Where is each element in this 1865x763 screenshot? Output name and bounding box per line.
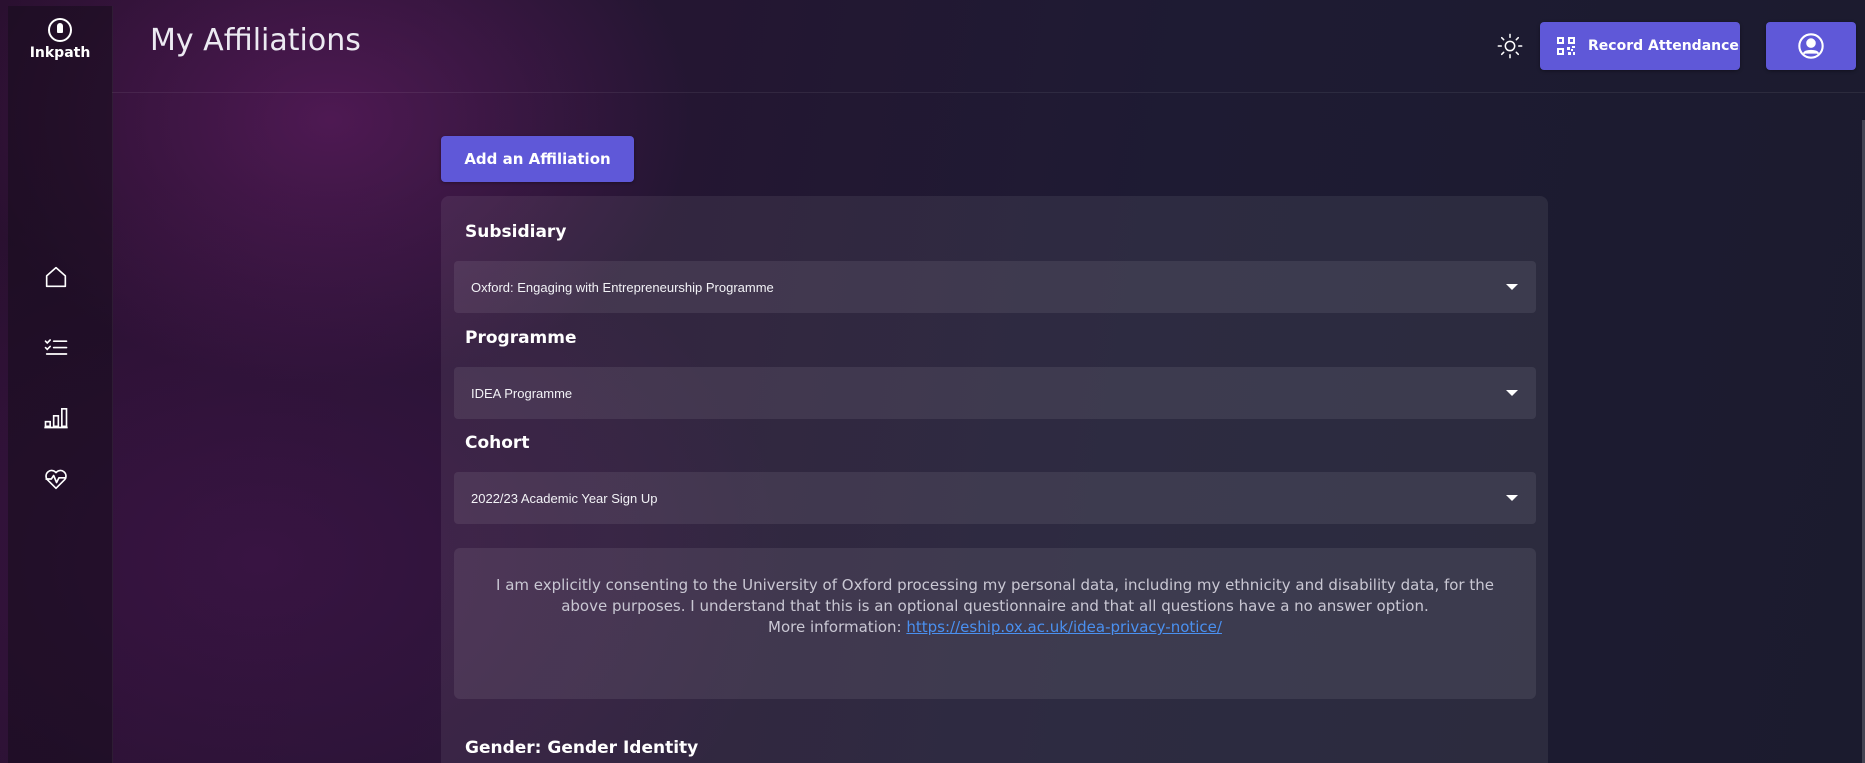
app-name: Inkpath xyxy=(29,45,91,61)
cohort-value: 2022/23 Academic Year Sign Up xyxy=(471,490,658,506)
bar-chart-icon xyxy=(44,408,68,429)
programme-label: Programme xyxy=(465,328,577,348)
subsidiary-value: Oxford: Engaging with Entrepreneurship P… xyxy=(471,279,774,295)
record-attendance-button[interactable]: Record Attendance xyxy=(1540,22,1740,70)
profile-button[interactable] xyxy=(1766,22,1856,70)
subsidiary-label: Subsidiary xyxy=(465,222,567,242)
consent-notice: I am explicitly consenting to the Univer… xyxy=(454,548,1536,699)
top-header: My Affiliations Record Attendance xyxy=(112,6,1865,93)
checklist-icon xyxy=(44,339,68,355)
cohort-label: Cohort xyxy=(465,433,530,453)
home-icon xyxy=(45,266,67,288)
qr-code-icon xyxy=(1557,37,1575,55)
affiliation-form: Subsidiary Oxford: Engaging with Entrepr… xyxy=(441,196,1548,763)
programme-value: IDEA Programme xyxy=(471,385,573,401)
chevron-down-icon xyxy=(1506,284,1518,290)
sidebar-item-analytics[interactable] xyxy=(38,399,74,435)
privacy-notice-link[interactable]: https://eship.ox.ac.uk/idea-privacy-noti… xyxy=(906,618,1222,636)
theme-toggle-button[interactable] xyxy=(1492,28,1528,64)
cohort-select[interactable]: 2022/23 Academic Year Sign Up xyxy=(454,472,1536,524)
record-attendance-label: Record Attendance xyxy=(1588,38,1739,54)
sun-icon xyxy=(1497,33,1523,59)
inkpath-logo[interactable]: Inkpath xyxy=(8,18,112,61)
page-title: My Affiliations xyxy=(150,23,361,58)
add-affiliation-button[interactable]: Add an Affiliation xyxy=(441,136,634,182)
programme-select[interactable]: IDEA Programme xyxy=(454,367,1536,419)
sidebar-item-activities[interactable] xyxy=(38,329,74,365)
sidebar: Inkpath xyxy=(8,6,113,763)
chevron-down-icon xyxy=(1506,495,1518,501)
consent-text: I am explicitly consenting to the Univer… xyxy=(496,576,1494,615)
subsidiary-select[interactable]: Oxford: Engaging with Entrepreneurship P… xyxy=(454,261,1536,313)
more-information-label: More information: xyxy=(768,618,902,636)
sidebar-item-wellbeing[interactable] xyxy=(38,461,74,497)
chevron-down-icon xyxy=(1506,390,1518,396)
inkpath-logo-icon xyxy=(48,18,72,42)
heart-pulse-icon xyxy=(45,469,67,490)
more-information-line: More information: https://eship.ox.ac.uk… xyxy=(494,617,1496,638)
sidebar-item-home[interactable] xyxy=(38,259,74,295)
user-avatar-icon xyxy=(1798,33,1824,59)
gender-identity-label: Gender: Gender Identity xyxy=(465,738,699,758)
app-root: Inkpath My Affiliations Record Attendanc… xyxy=(0,0,1865,763)
